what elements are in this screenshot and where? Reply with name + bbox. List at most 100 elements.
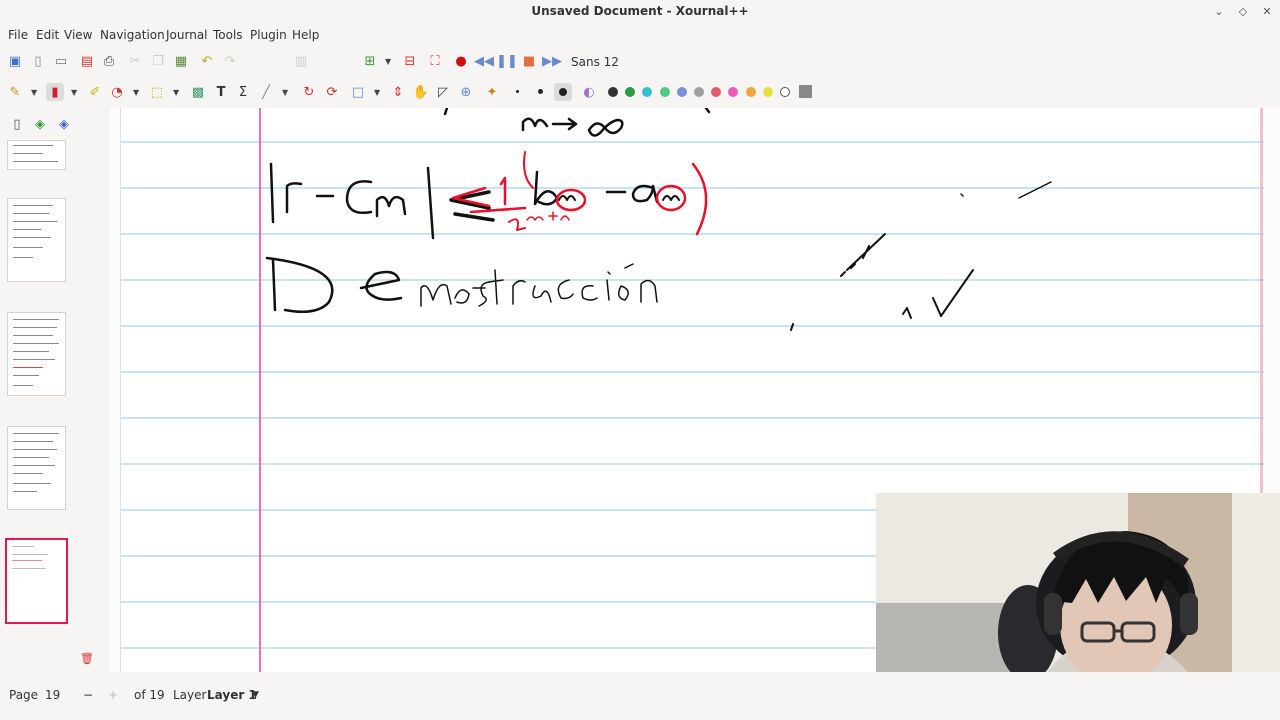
eraser-dropdown-icon[interactable]: ▼ [71, 88, 79, 97]
delete-page-sidebar-icon[interactable]: 🗑 [80, 652, 94, 665]
new-document-icon[interactable]: ▯ [29, 52, 47, 70]
menu-bar: File Edit View Navigation Journal Tools … [0, 24, 1280, 46]
color-swatch[interactable] [608, 87, 618, 97]
hand-tool-icon[interactable]: ✋ [412, 83, 430, 101]
select-region-icon[interactable]: ⬚ [148, 83, 166, 101]
shape-recognizer-icon[interactable]: ◔ [108, 83, 126, 101]
menu-navigation[interactable]: Navigation [100, 28, 165, 42]
page-thumbnail[interactable] [7, 198, 66, 282]
sidebar-layers-icon[interactable]: ◈ [31, 115, 49, 133]
vertical-space-icon[interactable]: ⇕ [389, 83, 407, 101]
text-tool-icon[interactable]: T [212, 83, 230, 101]
main-toolbar: ▣ ▯ ▭ ▤ ⎙ ✂ ❐ ▦ ↶ ↷ ▥ ⊞ ▼ ⊟ ⛶ ● ◀◀ ❚❚ ■ … [0, 48, 1280, 78]
page-decrement-button[interactable]: − [83, 688, 93, 702]
add-page-dropdown-icon[interactable]: ▼ [385, 57, 393, 66]
page-thumbnail[interactable] [7, 426, 66, 510]
status-bar: Page 19 − + of 19 Layer Layer 1 ▼ [0, 672, 1280, 720]
font-selector[interactable]: Sans 12 [571, 55, 619, 69]
page-thumbnail-active[interactable] [5, 538, 68, 624]
menu-journal[interactable]: Journal [166, 28, 208, 42]
page-layout-icon[interactable]: ▥ [292, 52, 310, 70]
menu-tools[interactable]: Tools [213, 28, 243, 42]
fill-icon[interactable]: ◐ [580, 83, 598, 101]
color-swatch[interactable] [676, 87, 687, 97]
pause-icon[interactable]: ❚❚ [496, 52, 518, 70]
zoom-fit-icon[interactable]: ⊕ [457, 83, 475, 101]
size-medium-icon[interactable] [538, 89, 543, 94]
default-tool-icon[interactable]: ✦ [483, 83, 501, 101]
ink-stroke [443, 108, 711, 116]
ink-stroke [558, 195, 576, 201]
custom-color-button[interactable] [799, 85, 812, 98]
color-swatch[interactable] [728, 87, 739, 97]
undo-icon[interactable]: ↶ [198, 52, 216, 70]
page-thumbnail[interactable] [7, 140, 66, 170]
ink-stroke [521, 117, 549, 132]
add-page-icon[interactable]: ⊞ [361, 52, 379, 70]
size-fine-icon[interactable] [516, 90, 519, 93]
close-icon[interactable]: ✕ [1258, 3, 1276, 21]
color-swatch[interactable] [711, 87, 722, 97]
color-swatch[interactable] [625, 87, 636, 97]
select-dropdown-icon[interactable]: ▼ [173, 88, 181, 97]
export-pdf-icon[interactable]: ▤ [78, 52, 96, 70]
ink-stroke [533, 170, 559, 206]
pen-icon[interactable]: ✎ [6, 83, 24, 101]
cut-icon[interactable]: ✂ [126, 52, 144, 70]
save-icon[interactable]: ▣ [6, 52, 24, 70]
delete-page-icon[interactable]: ⊟ [401, 52, 419, 70]
snap-icon[interactable]: ⟳ [323, 83, 341, 101]
print-icon[interactable]: ⎙ [100, 52, 118, 70]
ruler-dropdown-icon[interactable]: ▼ [282, 88, 290, 97]
minimize-icon[interactable]: ⌄ [1210, 3, 1228, 21]
layer-selector[interactable]: Layer 1 [207, 688, 257, 702]
menu-view[interactable]: View [64, 28, 92, 42]
menu-plugin[interactable]: Plugin [250, 28, 287, 42]
forward-icon[interactable]: ▶▶ [542, 52, 562, 70]
page-increment-button[interactable]: + [108, 688, 118, 702]
rect-select-dropdown-icon[interactable]: ▼ [374, 88, 382, 97]
ink-stroke [523, 151, 534, 189]
page-thumbnail[interactable] [7, 312, 66, 396]
rotate-icon[interactable]: ↻ [300, 83, 318, 101]
ruler-icon[interactable]: ╱ [257, 83, 275, 101]
menu-file[interactable]: File [8, 28, 28, 42]
ink-stroke [691, 162, 708, 236]
color-swatch[interactable] [694, 87, 704, 97]
color-swatch[interactable] [659, 87, 670, 97]
eraser-icon[interactable]: ▮ [46, 83, 64, 101]
page-number-input[interactable]: 19 [45, 688, 60, 702]
sidebar-pages-icon[interactable]: ▯ [8, 115, 26, 133]
color-swatch[interactable] [642, 87, 653, 97]
title-bar: Unsaved Document - Xournal++ ⌄ ◇ ✕ [0, 0, 1280, 24]
sidebar-outline-icon[interactable]: ◈ [55, 115, 73, 133]
menu-edit[interactable]: Edit [36, 28, 59, 42]
record-icon[interactable]: ● [452, 52, 470, 70]
image-icon[interactable]: ▩ [189, 83, 207, 101]
copy-icon[interactable]: ❐ [149, 52, 167, 70]
stop-icon[interactable]: ■ [520, 52, 538, 70]
open-folder-icon[interactable]: ▭ [52, 52, 70, 70]
rewind-icon[interactable]: ◀◀ [474, 52, 494, 70]
highlighter-icon[interactable]: ✐ [86, 83, 104, 101]
play-object-icon[interactable]: ◸ [434, 83, 452, 101]
ink-stroke [359, 270, 403, 301]
ink-stroke [508, 218, 526, 231]
pen-dropdown-icon[interactable]: ▼ [31, 88, 39, 97]
shape-dropdown-icon[interactable]: ▼ [133, 88, 141, 97]
color-swatch[interactable] [745, 87, 756, 97]
paste-icon[interactable]: ▦ [172, 52, 190, 70]
rectangle-select-icon[interactable]: □ [349, 83, 367, 101]
menu-help[interactable]: Help [292, 28, 319, 42]
color-swatch[interactable] [780, 87, 790, 97]
page-count-label: of 19 [134, 688, 165, 702]
color-swatch[interactable] [762, 87, 773, 97]
size-thick-button[interactable] [554, 83, 572, 101]
latex-icon[interactable]: Σ [234, 83, 252, 101]
ink-stroke [265, 256, 334, 313]
ink-stroke [426, 166, 435, 240]
layer-dropdown-icon[interactable]: ▼ [252, 690, 259, 700]
maximize-icon[interactable]: ◇ [1234, 3, 1252, 21]
redo-icon[interactable]: ↷ [221, 52, 239, 70]
fullscreen-icon[interactable]: ⛶ [426, 52, 444, 70]
